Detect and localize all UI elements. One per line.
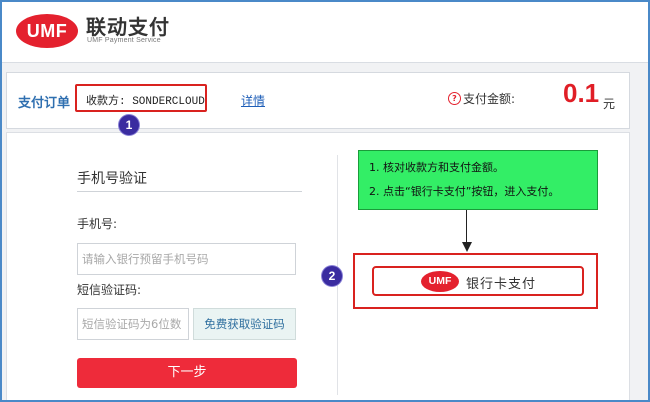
phone-label: 手机号: [77,217,118,231]
payee-text: 收款方: SONDERCLOUD [86,96,205,108]
brand-name: 联动支付 [86,15,170,39]
amount-label: 支付金额: [463,92,516,106]
instruction-line-1: 1. 核对收款方和支付金额。 [369,161,504,174]
get-sms-code-button[interactable]: 免费获取验证码 [193,308,296,340]
step-badge-2: 2 [322,266,342,286]
bank-card-pay-label: 银行卡支付 [466,277,537,292]
umf-logo: UMF [16,14,78,48]
arrow-head-icon [462,242,472,252]
header: UMF 联动支付 UMF Payment Service [2,2,648,63]
arrow-down-icon [466,210,467,244]
sms-code-input[interactable] [77,308,189,340]
order-bar: 支付订单 收款方: SONDERCLOUD 详情 ? 支付金额: 0.1 元 [6,72,630,129]
instruction-line-2: 2. 点击“银行卡支付”按钮，进入支付。 [369,185,560,198]
step-badge-1: 1 [119,115,139,135]
amount-value: 0.1 [563,78,600,108]
section-title: 手机号验证 [77,171,147,187]
instruction-callout: 1. 核对收款方和支付金额。 2. 点击“银行卡支付”按钮，进入支付。 [358,150,598,210]
brand-subtitle: UMF Payment Service [87,37,161,44]
page-frame: UMF 联动支付 UMF Payment Service 支付订单 收款方: S… [0,0,650,402]
umf-logo-small: UMF [421,271,459,292]
sms-code-label: 短信验证码: [77,283,142,297]
next-step-button[interactable]: 下一步 [77,358,297,388]
bank-card-pay-button[interactable]: UMF 银行卡支付 [372,266,584,296]
phone-input[interactable] [77,243,296,275]
section-divider [77,191,302,192]
amount-unit: 元 [603,97,616,111]
payee-highlight: 收款方: SONDERCLOUD [75,84,207,112]
help-icon[interactable]: ? [448,92,461,105]
order-label: 支付订单 [18,96,71,111]
detail-link[interactable]: 详情 [241,92,265,109]
